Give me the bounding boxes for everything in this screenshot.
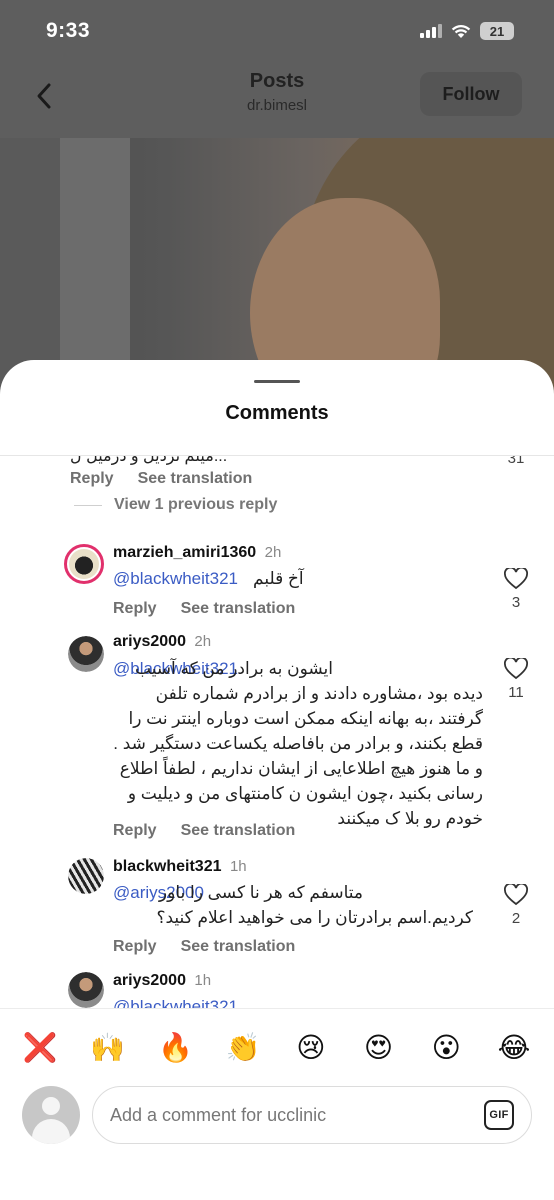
comment-header: ariys2000 2h	[113, 633, 211, 651]
post-header: Posts dr.bimesl Follow	[0, 62, 554, 138]
reaction-crying[interactable]: 😢	[293, 1030, 329, 1066]
comment-input[interactable]	[92, 1086, 532, 1144]
reply-button[interactable]: Reply	[113, 938, 157, 956]
like-count: 31	[507, 456, 525, 467]
see-translation-button[interactable]: See translation	[181, 938, 296, 956]
heart-icon[interactable]	[504, 658, 528, 680]
comment-actions: Reply See translation	[113, 600, 295, 618]
reaction-cross[interactable]: ❌	[22, 1030, 58, 1066]
mention-link[interactable]: @blackwheit321	[113, 997, 238, 1008]
comment-time: 2h	[194, 633, 212, 650]
comment-text: ایشون به برادر من که آسیب دیده بود ،مشاو…	[113, 659, 483, 828]
heart-icon[interactable]	[504, 568, 528, 590]
quick-reactions-bar: ❌ 🙌 🔥 👏 😢 😍 😮 😂	[0, 1008, 554, 1086]
follow-button[interactable]: Follow	[420, 72, 522, 116]
comment-item: blackwheit321 1h @ariys2000 متاسفم که هر…	[0, 858, 554, 978]
comment-text: متاسفم که هر نا کسی را باور کردیم.اسم بر…	[156, 883, 473, 927]
comment-text-cut: ...ميلم ترديل و درميل ل	[70, 456, 228, 465]
reply-button[interactable]: Reply	[113, 822, 157, 840]
reply-button[interactable]: Reply	[113, 600, 157, 618]
like-count: 2	[511, 910, 521, 927]
comment-actions: Reply See translation	[113, 822, 295, 840]
reaction-clap[interactable]: 👏	[225, 1030, 261, 1066]
reaction-raised-hands[interactable]: 🙌	[90, 1030, 126, 1066]
comment-time: 1h	[194, 972, 212, 989]
cellular-signal-icon	[420, 24, 442, 38]
view-replies-button[interactable]: View 1 previous reply	[74, 496, 277, 514]
like-count: 11	[508, 684, 524, 701]
status-time: 9:33	[46, 19, 91, 42]
see-translation-button[interactable]: See translation	[181, 600, 296, 618]
comment-body: @blackwheit321	[113, 566, 253, 591]
sheet-title: Comments	[225, 402, 329, 424]
comment-item: ariys2000 1h @blackwheit321	[0, 972, 554, 1008]
comment-username[interactable]: ariys2000	[113, 633, 186, 650]
status-icons: 21	[420, 22, 514, 40]
comment-time: 1h	[229, 858, 247, 875]
sheet-grabber[interactable]	[254, 380, 300, 383]
comment-username[interactable]: blackwheit321	[113, 858, 222, 875]
comments-sheet: Comments ...ميلم ترديل و درميل ل Reply S…	[0, 360, 554, 1200]
comment-item: marzieh_amiri1360 2h @blackwheit321 آخ ق…	[0, 544, 554, 624]
comment-actions: Reply See translation	[113, 938, 295, 956]
comments-list[interactable]: ...ميلم ترديل و درميل ل Reply See transl…	[0, 456, 554, 1008]
comment-header: marzieh_amiri1360 2h	[113, 544, 281, 562]
avatar[interactable]	[68, 972, 104, 1008]
reaction-surprised[interactable]: 😮	[428, 1030, 464, 1066]
divider	[74, 504, 102, 506]
comment-text: آخ قلبم	[253, 569, 304, 588]
comment-username[interactable]: ariys2000	[113, 972, 186, 989]
comment-header: blackwheit321 1h	[113, 858, 247, 876]
view-replies-label: View 1 previous reply	[114, 496, 278, 513]
comment-actions: Reply See translation	[70, 470, 252, 488]
comment-header: ariys2000 1h	[113, 972, 211, 990]
avatar[interactable]	[64, 544, 104, 584]
like-count: 3	[511, 594, 521, 611]
comment-composer: GIF	[0, 1086, 554, 1150]
status-bar: 9:33 21	[0, 0, 554, 62]
reaction-fire[interactable]: 🔥	[157, 1030, 193, 1066]
heart-icon[interactable]	[504, 884, 528, 906]
battery-icon: 21	[480, 22, 514, 40]
reaction-heart-eyes[interactable]: 😍	[361, 1030, 397, 1066]
comment-time: 2h	[264, 544, 282, 561]
avatar	[22, 1086, 80, 1144]
wifi-icon	[451, 24, 471, 38]
avatar[interactable]	[68, 858, 104, 894]
comment-item: ariys2000 2h @blackwheit321 ایشون به برا…	[0, 633, 554, 866]
mention-link[interactable]: @blackwheit321	[113, 569, 238, 588]
comment-username[interactable]: marzieh_amiri1360	[113, 544, 256, 561]
avatar[interactable]	[68, 636, 104, 672]
reaction-laughing[interactable]: 😂	[496, 1030, 532, 1066]
comment-body: @blackwheit321	[113, 994, 263, 1008]
see-translation-button[interactable]: See translation	[181, 822, 296, 840]
see-translation-button[interactable]: See translation	[138, 470, 253, 488]
gif-button[interactable]: GIF	[484, 1100, 514, 1130]
reply-button[interactable]: Reply	[70, 470, 114, 488]
